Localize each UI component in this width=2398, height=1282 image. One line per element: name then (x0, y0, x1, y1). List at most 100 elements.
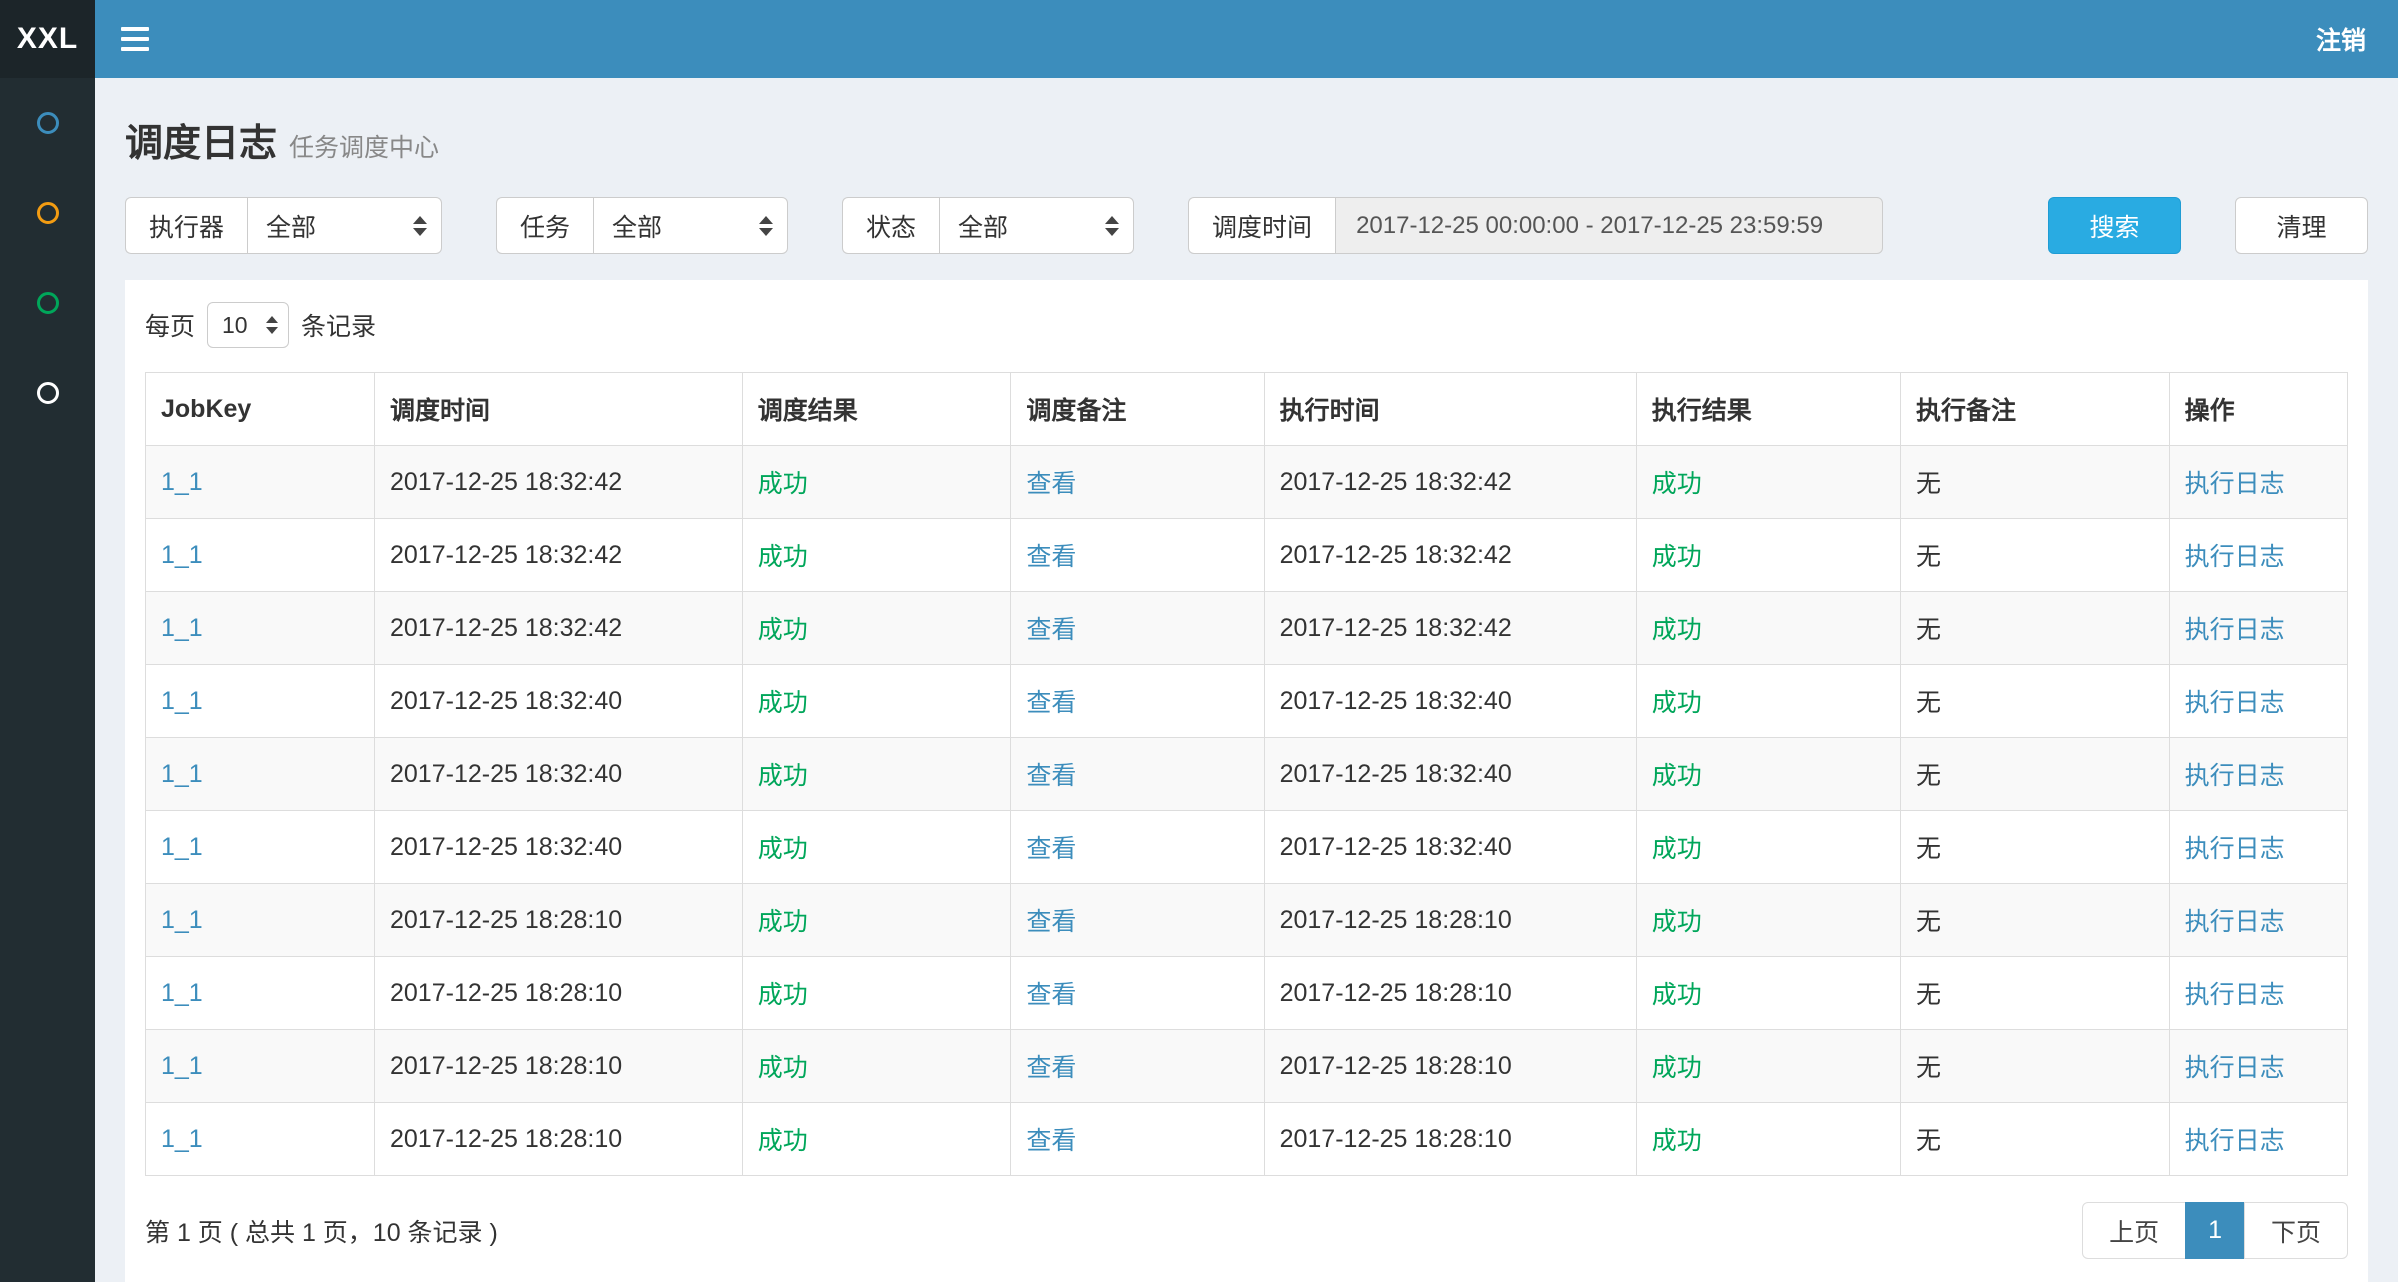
page-header: 调度日志任务调度中心 (125, 112, 2368, 167)
exec-result-cell: 成功 (1636, 665, 1900, 738)
dispatch-time-cell: 2017-12-25 18:32:40 (375, 811, 743, 884)
sidebar-item-3[interactable] (0, 258, 95, 348)
exec-log-link[interactable]: 执行日志 (2185, 1127, 2285, 1155)
table-header-row: JobKey 调度时间 调度结果 调度备注 执行时间 执行结果 执行备注 操作 (146, 373, 2348, 446)
pagination: 上页 1 下页 (2082, 1202, 2348, 1259)
exec-log-link[interactable]: 执行日志 (2185, 616, 2285, 644)
status-selected-value: 全部 (958, 208, 1008, 244)
job-selected-value: 全部 (612, 208, 662, 244)
dispatch-remark-link[interactable]: 查看 (1026, 616, 1076, 644)
page-size-value: 10 (222, 312, 248, 339)
dispatch-remark-link[interactable]: 查看 (1026, 470, 1076, 498)
dispatch-result-cell: 成功 (742, 446, 1011, 519)
exec-log-link[interactable]: 执行日志 (2185, 762, 2285, 790)
sidebar-item-1[interactable] (0, 78, 95, 168)
current-page-button[interactable]: 1 (2185, 1202, 2245, 1259)
executor-filter-group: 执行器 全部 (125, 197, 442, 254)
exec-result-cell: 成功 (1636, 884, 1900, 957)
exec-result-cell: 成功 (1636, 957, 1900, 1030)
hamburger-bar (121, 37, 149, 41)
select-stepper-icon (413, 216, 427, 236)
exec-log-link[interactable]: 执行日志 (2185, 835, 2285, 863)
exec-time-cell: 2017-12-25 18:32:42 (1264, 519, 1636, 592)
col-header-dispatch-time[interactable]: 调度时间 (375, 373, 743, 446)
exec-log-link[interactable]: 执行日志 (2185, 1054, 2285, 1082)
dispatch-remark-link[interactable]: 查看 (1026, 981, 1076, 1009)
exec-remark-cell: 无 (1900, 446, 2169, 519)
page-size-select[interactable]: 10 (207, 302, 289, 348)
jobkey-link[interactable]: 1_1 (161, 833, 203, 861)
col-header-dispatch-remark[interactable]: 调度备注 (1011, 373, 1264, 446)
dispatch-remark-link[interactable]: 查看 (1026, 762, 1076, 790)
exec-remark-cell: 无 (1900, 957, 2169, 1030)
status-filter-group: 状态 全部 (842, 197, 1134, 254)
exec-log-link[interactable]: 执行日志 (2185, 981, 2285, 1009)
sidebar (0, 78, 95, 1282)
exec-log-link[interactable]: 执行日志 (2185, 543, 2285, 571)
sidebar-item-4[interactable] (0, 348, 95, 438)
time-label: 调度时间 (1188, 197, 1335, 254)
time-range-input[interactable] (1335, 197, 1883, 254)
logout-link[interactable]: 注销 (2284, 0, 2398, 78)
table-row: 1_1 2017-12-25 18:32:40 成功 查看 2017-12-25… (146, 665, 2348, 738)
jobkey-link[interactable]: 1_1 (161, 1125, 203, 1153)
prev-page-button[interactable]: 上页 (2082, 1202, 2186, 1259)
col-header-jobkey[interactable]: JobKey (146, 373, 375, 446)
jobkey-link[interactable]: 1_1 (161, 541, 203, 569)
exec-log-link[interactable]: 执行日志 (2185, 689, 2285, 717)
page-title: 调度日志 (125, 123, 277, 165)
dispatch-remark-link[interactable]: 查看 (1026, 835, 1076, 863)
table-row: 1_1 2017-12-25 18:28:10 成功 查看 2017-12-25… (146, 1030, 2348, 1103)
dispatch-remark-link[interactable]: 查看 (1026, 1054, 1076, 1082)
clear-button[interactable]: 清理 (2235, 197, 2368, 254)
dispatch-result-cell: 成功 (742, 811, 1011, 884)
filter-bar: 执行器 全部 任务 全部 状态 全部 调度时间 搜索 清理 (125, 197, 2368, 254)
exec-log-link[interactable]: 执行日志 (2185, 908, 2285, 936)
search-button[interactable]: 搜索 (2048, 197, 2181, 254)
col-header-exec-remark[interactable]: 执行备注 (1900, 373, 2169, 446)
dispatch-result-cell: 成功 (742, 1103, 1011, 1176)
jobkey-link[interactable]: 1_1 (161, 614, 203, 642)
next-page-button[interactable]: 下页 (2244, 1202, 2348, 1259)
jobkey-link[interactable]: 1_1 (161, 687, 203, 715)
pagination-info: 第 1 页 ( 总共 1 页，10 条记录 ) (145, 1213, 498, 1249)
exec-log-link[interactable]: 执行日志 (2185, 470, 2285, 498)
table-row: 1_1 2017-12-25 18:32:42 成功 查看 2017-12-25… (146, 592, 2348, 665)
exec-result-cell: 成功 (1636, 446, 1900, 519)
table-row: 1_1 2017-12-25 18:32:40 成功 查看 2017-12-25… (146, 738, 2348, 811)
job-filter-group: 任务 全部 (496, 197, 788, 254)
dispatch-remark-link[interactable]: 查看 (1026, 689, 1076, 717)
col-header-exec-result[interactable]: 执行结果 (1636, 373, 1900, 446)
jobkey-link[interactable]: 1_1 (161, 906, 203, 934)
jobkey-link[interactable]: 1_1 (161, 468, 203, 496)
dispatch-time-cell: 2017-12-25 18:28:10 (375, 1030, 743, 1103)
exec-time-cell: 2017-12-25 18:32:42 (1264, 446, 1636, 519)
status-select[interactable]: 全部 (939, 197, 1134, 254)
status-label: 状态 (842, 197, 939, 254)
sidebar-toggle-icon[interactable] (95, 0, 175, 78)
circle-icon (37, 202, 59, 224)
jobkey-link[interactable]: 1_1 (161, 979, 203, 1007)
executor-select[interactable]: 全部 (247, 197, 442, 254)
dispatch-time-cell: 2017-12-25 18:32:40 (375, 665, 743, 738)
select-stepper-icon (1105, 216, 1119, 236)
col-header-exec-time[interactable]: 执行时间 (1264, 373, 1636, 446)
col-header-action[interactable]: 操作 (2169, 373, 2347, 446)
jobkey-link[interactable]: 1_1 (161, 760, 203, 788)
page-subtitle: 任务调度中心 (289, 134, 439, 162)
dispatch-remark-link[interactable]: 查看 (1026, 908, 1076, 936)
app-logo[interactable]: XXL (0, 0, 95, 78)
exec-remark-cell: 无 (1900, 665, 2169, 738)
dispatch-result-cell: 成功 (742, 738, 1011, 811)
jobkey-link[interactable]: 1_1 (161, 1052, 203, 1080)
dispatch-remark-link[interactable]: 查看 (1026, 543, 1076, 571)
col-header-dispatch-result[interactable]: 调度结果 (742, 373, 1011, 446)
page-size-prefix: 每页 (145, 307, 195, 343)
dispatch-time-cell: 2017-12-25 18:32:42 (375, 446, 743, 519)
dispatch-result-cell: 成功 (742, 592, 1011, 665)
sidebar-item-2[interactable] (0, 168, 95, 258)
job-select[interactable]: 全部 (593, 197, 788, 254)
dispatch-remark-link[interactable]: 查看 (1026, 1127, 1076, 1155)
table-row: 1_1 2017-12-25 18:28:10 成功 查看 2017-12-25… (146, 884, 2348, 957)
dispatch-result-cell: 成功 (742, 957, 1011, 1030)
